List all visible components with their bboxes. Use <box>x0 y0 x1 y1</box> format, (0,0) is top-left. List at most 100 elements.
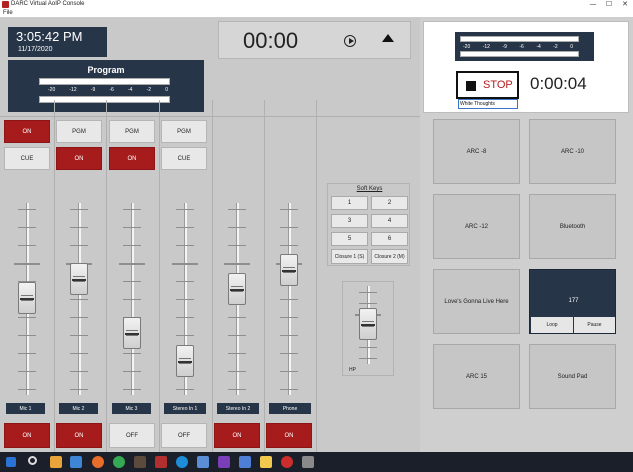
stop-button[interactable]: STOP <box>456 71 519 99</box>
pad-177-label: 177 <box>568 298 579 304</box>
phone-fader-tick <box>280 335 298 336</box>
mic2-fader-tick <box>70 389 88 390</box>
pad-arc-12[interactable]: ARC -12 <box>433 194 520 259</box>
mic2-fader-knob[interactable] <box>70 263 88 296</box>
mic2-on-button[interactable]: ON <box>56 147 102 170</box>
mic3-fader-tick <box>123 227 141 228</box>
pad-sound-pad[interactable]: Sound Pad <box>529 344 616 409</box>
stop-icon <box>466 81 476 91</box>
photos-icon[interactable] <box>239 456 251 468</box>
mic1-fader-knob[interactable] <box>18 282 36 314</box>
stereo1-cue-button[interactable]: CUE <box>161 147 207 170</box>
play-icon[interactable] <box>344 35 356 47</box>
file-explorer-icon[interactable] <box>50 456 62 468</box>
pad-arc-8[interactable]: ARC -8 <box>433 119 520 184</box>
soft-key-6[interactable]: 6 <box>371 232 408 246</box>
mic3-fader-knob[interactable] <box>123 316 141 349</box>
stereo2-fader-tick <box>224 263 250 265</box>
phone-fader-knob[interactable] <box>280 253 298 286</box>
phone-bottom-on-button[interactable]: ON <box>266 423 312 448</box>
headphone-fader-knob[interactable] <box>359 308 377 340</box>
stereo1-fader-tick <box>176 281 194 282</box>
mic1-bottom-on-button[interactable]: ON <box>4 423 50 448</box>
title-bar: DARC Virtual AoIP Console — ☐ ✕ <box>0 0 633 9</box>
closure-2-button[interactable]: Closure 2 (M) <box>371 249 408 264</box>
mic3-fader-tick <box>123 281 141 282</box>
clock-date: 11/17/2020 <box>18 46 53 53</box>
console-app-icon[interactable] <box>302 456 314 468</box>
transport-panel: 00:00 <box>218 21 411 59</box>
strip-label-stereo2: Stereo In 2 <box>217 403 259 414</box>
stereo1-fader-knob[interactable] <box>176 345 194 378</box>
sticky-notes-icon[interactable] <box>260 456 272 468</box>
mic3-pgm-button[interactable]: PGM <box>109 120 155 143</box>
windows-app-icon[interactable] <box>197 456 209 468</box>
minimize-button[interactable]: — <box>585 0 601 9</box>
mic2-bottom-on-button[interactable]: ON <box>56 423 102 448</box>
mic1-fader-tick <box>18 209 36 210</box>
soft-key-5[interactable]: 5 <box>331 232 368 246</box>
pad-loves-gonna-live-here[interactable]: Love's Gonna Live Here <box>433 269 520 334</box>
soft-key-2[interactable]: 2 <box>371 196 408 210</box>
pad-arc-15[interactable]: ARC 15 <box>433 344 520 409</box>
mic1-on-button[interactable]: ON <box>4 120 50 143</box>
stereo2-fader-tick <box>228 245 246 246</box>
cart-name-field[interactable] <box>458 99 518 109</box>
closure-1-button[interactable]: Closure 1 (S) <box>331 249 368 264</box>
headphone-fader-tick <box>359 292 377 293</box>
cart-elapsed: 0:00:04 <box>530 74 587 93</box>
headphone-label: HP <box>349 367 356 373</box>
chrome-icon[interactable] <box>113 456 125 468</box>
soft-keys-panel: Soft Keys 1 2 3 4 5 6 Closure 1 (S) Clos… <box>327 183 410 266</box>
search-icon[interactable] <box>28 456 37 465</box>
taskbar <box>0 452 633 472</box>
stereo1-fader-tick <box>176 209 194 210</box>
menu-file[interactable]: File <box>3 10 13 16</box>
stereo2-bottom-on-button[interactable]: ON <box>214 423 260 448</box>
stereo1-fader-tick <box>176 245 194 246</box>
pad-bluetooth[interactable]: Bluetooth <box>529 194 616 259</box>
strip-label-mic3: Mic 3 <box>112 403 151 414</box>
stereo2-fader-tick <box>228 335 246 336</box>
soft-key-3[interactable]: 3 <box>331 214 368 228</box>
pause-button[interactable]: Pause <box>574 317 615 333</box>
soft-key-4[interactable]: 4 <box>371 214 408 228</box>
soft-keys-title: Soft Keys <box>356 186 383 192</box>
paint-icon[interactable] <box>134 456 146 468</box>
stereo1-bottom-off-button[interactable]: OFF <box>161 423 207 448</box>
mic1-fader-tick <box>18 317 36 318</box>
eject-icon[interactable] <box>382 34 394 42</box>
menu-bar: File <box>0 9 633 18</box>
close-button[interactable]: ✕ <box>617 0 633 9</box>
mic1-cue-button[interactable]: CUE <box>4 147 50 170</box>
stereo2-fader-knob[interactable] <box>228 272 246 305</box>
soft-key-1[interactable]: 1 <box>331 196 368 210</box>
transport-timer: 00:00 <box>243 28 299 53</box>
headphone-fader-tick <box>359 303 377 304</box>
teams-icon[interactable] <box>218 456 230 468</box>
pad-arc-10[interactable]: ARC -10 <box>529 119 616 184</box>
program-meter-scale: -20 -12 -9 -6 -4 -2 0 <box>48 87 168 93</box>
pad-177[interactable]: 177 Loop Pause <box>529 269 616 334</box>
edge-icon[interactable] <box>176 456 188 468</box>
cart-meter: -20 -12 -9 -6 -4 -2 0 <box>455 32 594 61</box>
phone-fader-tick <box>280 317 298 318</box>
strip-label-mic2: Mic 2 <box>59 403 98 414</box>
stereo1-fader-tick <box>176 227 194 228</box>
mic1-fader-tick <box>18 371 36 372</box>
mail-icon[interactable] <box>70 456 82 468</box>
mic1-fader-tick <box>18 353 36 354</box>
mic3-bottom-off-button[interactable]: OFF <box>109 423 155 448</box>
firefox-icon[interactable] <box>92 456 104 468</box>
stereo1-pgm-button[interactable]: PGM <box>161 120 207 143</box>
darc-app-icon[interactable] <box>281 456 293 468</box>
mic3-on-button[interactable]: ON <box>109 147 155 170</box>
mic1-fader-tick <box>18 227 36 228</box>
mic2-fader-tick <box>70 371 88 372</box>
maximize-button[interactable]: ☐ <box>601 0 617 9</box>
start-icon[interactable] <box>6 457 16 467</box>
filezilla-icon[interactable] <box>155 456 167 468</box>
stereo2-fader-tick <box>228 227 246 228</box>
mic2-pgm-button[interactable]: PGM <box>56 120 102 143</box>
loop-button[interactable]: Loop <box>531 317 573 333</box>
